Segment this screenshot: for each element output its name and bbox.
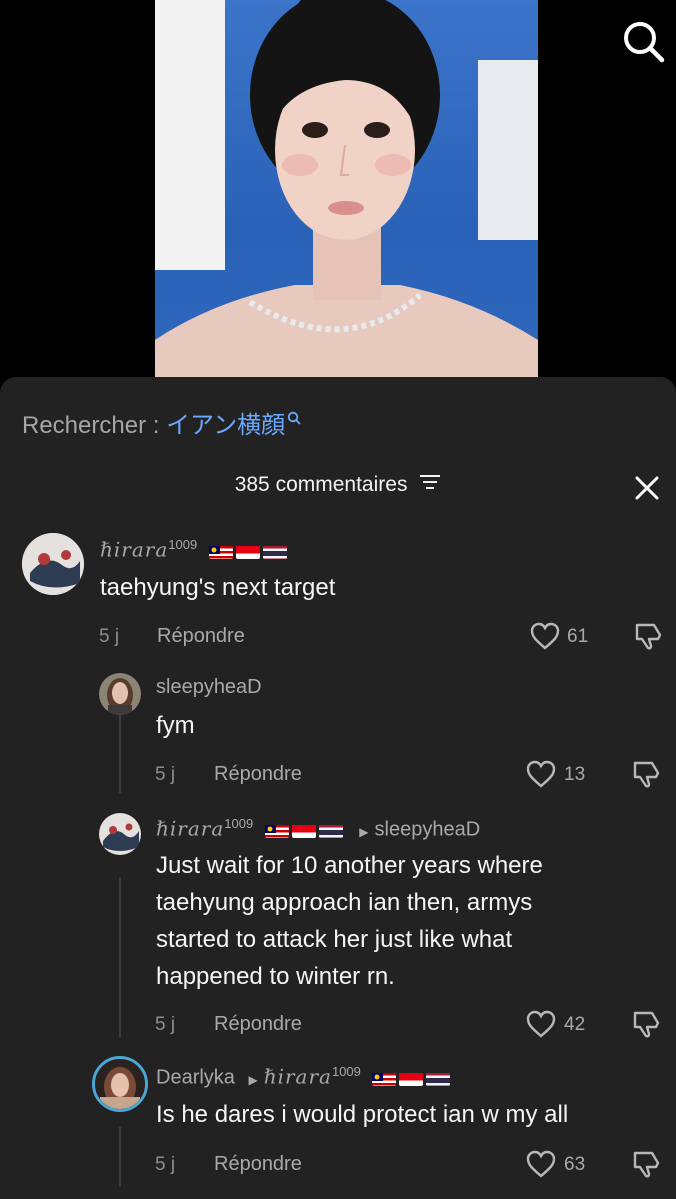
comments-count: 385 commentaires xyxy=(234,473,408,496)
comment-time: 5 j xyxy=(155,1014,176,1035)
avatar-image xyxy=(22,533,84,595)
portrait-illustration xyxy=(155,0,538,378)
avatar-image xyxy=(99,813,141,855)
like-button[interactable] xyxy=(526,760,556,788)
reply-arrow-icon: ▶ xyxy=(359,824,369,839)
avatar[interactable] xyxy=(22,533,84,595)
avatar[interactable] xyxy=(99,813,141,855)
video-area[interactable] xyxy=(0,0,676,400)
like-button[interactable] xyxy=(526,1150,556,1178)
close-icon xyxy=(635,476,659,500)
comment-text: Is he dares i would protect ian w my all xyxy=(156,1101,569,1128)
reply-arrow-icon: ▶ xyxy=(248,1072,258,1087)
avatar[interactable] xyxy=(99,673,141,715)
flag-emojis xyxy=(208,540,290,563)
search-term[interactable]: イアン横顔 xyxy=(166,412,285,439)
reply-button[interactable]: Répondre xyxy=(214,763,302,786)
reply-to-username[interactable]: sleepyheaD xyxy=(375,819,481,841)
malaysia-flag-icon xyxy=(264,823,289,839)
like-count: 63 xyxy=(564,1154,586,1175)
close-button[interactable] xyxy=(632,473,662,503)
comments-header: 385 commentaires xyxy=(0,473,676,497)
thread-line xyxy=(119,715,121,793)
dislike-icon xyxy=(635,623,662,650)
comment-username[interactable]: ℏ𝑖𝑟𝑎𝑟𝑎1009 xyxy=(100,537,290,563)
dislike-button[interactable] xyxy=(632,1009,662,1039)
video-thumbnail xyxy=(155,0,538,378)
reply-button[interactable]: Répondre xyxy=(157,625,245,648)
comments-sheet: Rechercher : イアン横顔 385 commentaires ℏ𝑖𝑟𝑎… xyxy=(0,377,676,1199)
dislike-icon xyxy=(633,761,660,788)
search-button[interactable] xyxy=(620,18,666,64)
reply-to-username[interactable]: ℏ𝑖𝑟𝑎𝑟𝑎 xyxy=(264,1065,332,1089)
heart-icon xyxy=(530,622,560,650)
comment-username[interactable]: sleepyheaD xyxy=(156,676,262,699)
search-suggestion[interactable]: Rechercher : イアン横顔 xyxy=(22,405,301,440)
like-button[interactable] xyxy=(526,1010,556,1038)
comment-time: 5 j xyxy=(155,764,176,785)
like-button[interactable] xyxy=(530,622,560,650)
comment-time: 5 j xyxy=(99,626,120,647)
comment-text: taehyung's next target xyxy=(100,574,336,601)
thailand-flag-icon xyxy=(262,544,287,560)
comment-text: fym xyxy=(156,712,195,739)
like-count: 13 xyxy=(564,764,586,785)
malaysia-flag-icon xyxy=(208,544,233,560)
heart-icon xyxy=(526,1010,556,1038)
sort-filter-button[interactable] xyxy=(419,473,441,497)
comment-username[interactable]: Dearlyka ▶ ℏ𝑖𝑟𝑎𝑟𝑎1009 xyxy=(156,1064,453,1090)
search-icon xyxy=(624,22,665,63)
dislike-icon xyxy=(633,1011,660,1038)
indonesia-flag-icon xyxy=(235,544,260,560)
reply-button[interactable]: Répondre xyxy=(214,1153,302,1176)
thailand-flag-icon xyxy=(318,823,343,839)
comment-username[interactable]: ℏ𝑖𝑟𝑎𝑟𝑎1009 ▶ sleepyheaD xyxy=(156,816,480,842)
comment-time: 5 j xyxy=(155,1154,176,1175)
like-count: 61 xyxy=(567,626,589,647)
thailand-flag-icon xyxy=(426,1071,451,1087)
dislike-button[interactable] xyxy=(632,1149,662,1179)
indonesia-flag-icon xyxy=(399,1071,424,1087)
heart-icon xyxy=(526,760,556,788)
dislike-button[interactable] xyxy=(634,621,664,651)
comment-text: Just wait for 10 another years where tae… xyxy=(156,852,543,990)
like-count: 42 xyxy=(564,1014,586,1035)
thread-line xyxy=(119,877,121,1037)
thread-line xyxy=(119,1127,121,1187)
dislike-button[interactable] xyxy=(632,759,662,789)
avatar-image xyxy=(99,673,141,715)
flag-emojis xyxy=(372,1067,453,1090)
heart-icon xyxy=(526,1150,556,1178)
search-prefix: Rechercher : xyxy=(22,412,167,439)
search-icon xyxy=(287,411,301,425)
filter-icon xyxy=(420,475,441,490)
avatar-image xyxy=(95,1059,145,1109)
reply-button[interactable]: Répondre xyxy=(214,1013,302,1036)
dislike-icon xyxy=(633,1151,660,1178)
flag-emojis xyxy=(264,819,346,842)
malaysia-flag-icon xyxy=(372,1071,397,1087)
indonesia-flag-icon xyxy=(291,823,316,839)
avatar[interactable] xyxy=(92,1056,148,1112)
